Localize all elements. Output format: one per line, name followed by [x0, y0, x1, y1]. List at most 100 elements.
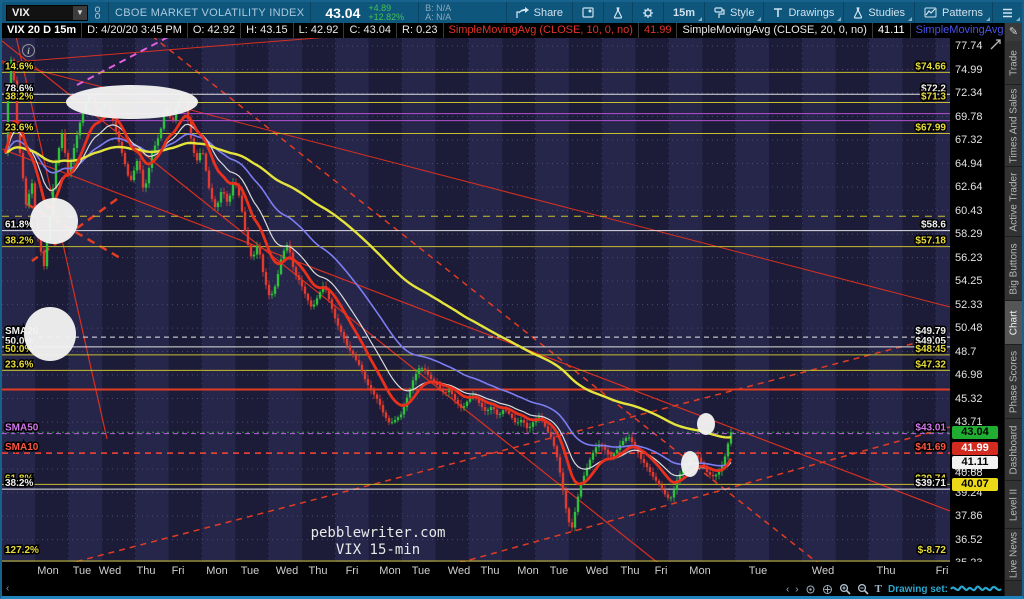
sidebar-tab-level-ii[interactable]: Level II	[1005, 481, 1022, 529]
scroll-left-icon[interactable]: ‹	[6, 582, 9, 595]
price-badge: 40.07	[952, 478, 998, 492]
svg-text:38.2%: 38.2%	[5, 91, 33, 102]
settings-button[interactable]	[631, 2, 663, 23]
svg-text:$-8.72: $-8.72	[918, 545, 947, 556]
studies-flask-icon	[854, 6, 863, 19]
svg-text:$74.66: $74.66	[915, 61, 946, 72]
svg-text:38.2%: 38.2%	[5, 236, 33, 247]
time-tick: Mon	[689, 565, 711, 577]
time-tick: Mon	[37, 565, 59, 577]
time-tick: Wed	[98, 565, 122, 577]
price-tick: 74.99	[955, 63, 983, 76]
price-tick: 46.98	[955, 369, 983, 382]
text-tool-icon	[774, 8, 783, 17]
sidebar-tab-phase-scores[interactable]: Phase Scores	[1005, 345, 1022, 419]
divider	[418, 2, 420, 23]
svg-text:14.6%: 14.6%	[5, 61, 33, 72]
quick-study-button[interactable]	[602, 2, 632, 23]
zoom-in-icon[interactable]	[839, 583, 851, 595]
redacted-scribble	[950, 585, 1002, 592]
text-note-icon[interactable]: T	[875, 583, 882, 595]
time-tick: Fri	[345, 565, 359, 577]
notes-button[interactable]	[571, 2, 603, 23]
time-tick: Thu	[620, 565, 640, 577]
price-tick: 67.32	[955, 134, 983, 147]
style-button[interactable]: Style	[704, 2, 763, 23]
price-tick: 72.34	[955, 87, 983, 100]
patterns-button[interactable]: Patterns	[914, 2, 992, 23]
time-tick: Mon	[206, 565, 228, 577]
sidebar-tab-active-trader[interactable]: Active Trader	[1005, 167, 1022, 237]
time-tick: Tue	[240, 565, 260, 577]
more-menu-button[interactable]	[992, 2, 1022, 23]
svg-text:$57.18: $57.18	[915, 236, 946, 247]
time-tick: Mon	[517, 565, 539, 577]
price-tick: 48.7	[955, 345, 977, 358]
sidebar-tab-dashboard[interactable]: Dashboard	[1005, 419, 1022, 481]
symbol-dropdown[interactable]: VIX ▼	[6, 4, 88, 21]
time-tick: Thu	[480, 565, 500, 577]
zoom-out-icon[interactable]	[857, 583, 869, 595]
price-tick: 45.32	[955, 392, 983, 405]
data-line-field: 41.99	[639, 23, 678, 38]
divider	[108, 2, 109, 23]
svg-text:$58.6: $58.6	[921, 220, 946, 231]
bid-ask: B: N/A A: N/A	[425, 2, 452, 22]
share-button[interactable]: Share	[505, 2, 572, 23]
chart-data-line: VIX 20 D 15m D: 4/20/20 3:45 PM O: 42.92 H:…	[2, 23, 1004, 38]
price-chart-svg[interactable]: 14.6% $74.6678.6% $72.238.2% $71.323.6% $67.…	[2, 38, 950, 562]
pan-tool-icon[interactable]	[822, 584, 833, 595]
axis-tool-icon[interactable]	[990, 39, 1001, 53]
studies-button[interactable]: Studies	[843, 2, 914, 23]
drawings-button[interactable]: Drawings	[763, 2, 843, 23]
svg-text:38.2%: 38.2%	[5, 478, 33, 489]
share-icon	[515, 6, 529, 18]
time-tick: Tue	[748, 565, 768, 577]
pan-right-icon[interactable]: ›	[795, 583, 798, 596]
svg-text:$71.3: $71.3	[921, 91, 946, 102]
data-line-field: SimpleMovingAvg (CLOSE, 10, 0, no)	[444, 23, 639, 38]
chart-watermark: pebblewriter.com VIX 15-min	[310, 525, 446, 558]
price-tick: 60.43	[955, 204, 983, 217]
time-tick: Fri	[171, 565, 185, 577]
time-axis[interactable]: Mon Tue Wed Thu Fri Mon Tue Wed Thu Fri Mon Tue Wed T…	[2, 562, 1004, 582]
time-tick: Thu	[876, 565, 896, 577]
data-line-field: O: 42.92	[188, 23, 242, 38]
last-price: 43.04	[325, 4, 361, 21]
sidebar-tab-times-and-sales[interactable]: Times And Sales	[1005, 85, 1022, 167]
time-tick: Tue	[549, 565, 569, 577]
price-tick: 62.64	[955, 181, 983, 194]
price-badge: 43.04	[952, 426, 998, 440]
info-icon[interactable]: i	[22, 44, 35, 57]
chevron-down-icon[interactable]: ▼	[73, 5, 87, 20]
sidebar-edit-icon[interactable]: ✎	[1005, 23, 1022, 41]
time-tick: Wed	[811, 565, 835, 577]
symbol-link-icon[interactable]	[93, 6, 102, 20]
time-tick: Tue	[411, 565, 431, 577]
svg-text:23.6%: 23.6%	[5, 123, 33, 134]
time-tick: Thu	[308, 565, 328, 577]
drawing-set-control[interactable]: Drawing set:	[888, 583, 1002, 595]
crosshair-icon[interactable]	[805, 584, 816, 595]
sidebar-tab-big-buttons[interactable]: Big Buttons	[1005, 237, 1022, 301]
interval-button[interactable]: 15m	[662, 2, 704, 23]
svg-text:$48.45: $48.45	[915, 344, 946, 355]
data-line-field: L: 42.92	[294, 23, 345, 38]
svg-text:SMA50: SMA50	[5, 423, 39, 434]
chart-plot-area[interactable]: i pebblewriter.com VIX 15-min 14.6% $74.6…	[2, 38, 950, 562]
sidebar-tab-trade[interactable]: Trade	[1005, 41, 1022, 85]
note-flag-icon	[582, 6, 594, 18]
pan-left-icon[interactable]: ‹	[786, 583, 789, 596]
svg-text:$41.69: $41.69	[915, 442, 946, 453]
price-tick: 58.29	[955, 228, 983, 241]
svg-text:23.6%: 23.6%	[5, 359, 33, 370]
time-tick: Wed	[447, 565, 471, 577]
style-icon	[714, 6, 725, 18]
sidebar-tab-live-news[interactable]: Live News	[1005, 529, 1022, 581]
price-tick: 64.94	[955, 157, 983, 170]
price-axis[interactable]: 77.74 74.99 72.34 69.78 67.32 64.94 62.64 60.43…	[950, 38, 1004, 569]
sidebar-tab-chart[interactable]: Chart	[1005, 301, 1022, 345]
svg-text:61.8%: 61.8%	[5, 220, 33, 231]
data-line-field: SimpleMovingAvg (CLOSE, 20, 0, no)	[677, 23, 873, 38]
symbol-description: CBOE MARKET VOLATILITY INDEX	[115, 6, 305, 19]
